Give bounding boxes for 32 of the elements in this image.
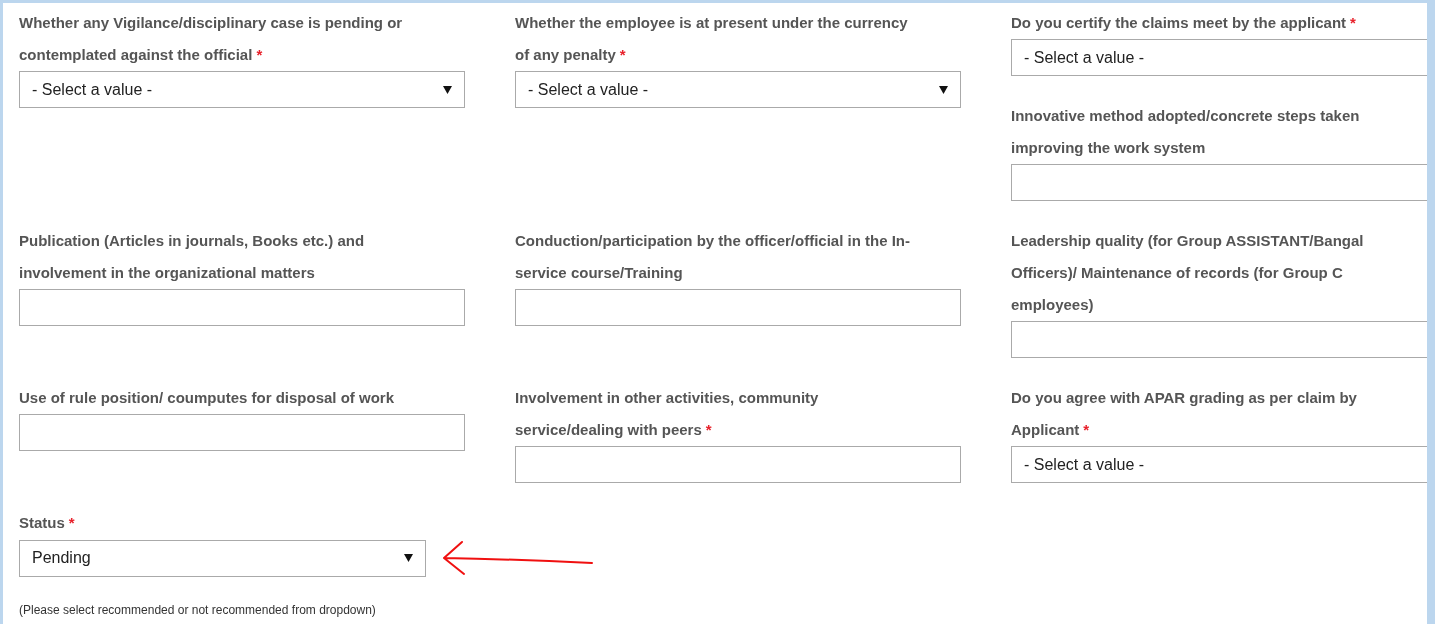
input-field[interactable] <box>515 289 961 326</box>
field-label: Conduction/participation by the officer/official in the In- service course/Training <box>515 231 910 283</box>
field-label: Leadership quality (for Group ASSISTANT/Bangal Officers)/ Maintenance of records (for Group C employees) <box>1011 231 1364 315</box>
required-mark: * <box>1083 421 1090 438</box>
field-label: Whether the employee is at present under the currency of any penalty * <box>515 13 908 65</box>
hint-text: (Please select recommended or not recommended from dropdown) <box>19 602 376 619</box>
field-label: Status * <box>19 513 75 533</box>
required-mark: * <box>68 514 75 531</box>
required-mark: * <box>1350 14 1356 31</box>
input-field[interactable] <box>19 414 465 451</box>
field-label: Do you certify the claims meet by the applicant * <box>1011 13 1356 33</box>
select-field[interactable]: - Select a value - <box>19 71 465 108</box>
required-mark: * <box>256 46 263 63</box>
caret-icon <box>404 554 413 562</box>
caret-icon <box>939 85 948 94</box>
field-label: Publication (Articles in journals, Books etc.) and involvement in the organizational matters <box>19 231 365 283</box>
select-field[interactable]: Pending <box>19 539 426 577</box>
field-label: Do you agree with APAR grading as per claim by Applicant * <box>1011 388 1357 440</box>
required-mark: * <box>705 421 712 438</box>
field-label: Innovative method adopted/concrete steps taken improving the work system <box>1011 106 1360 158</box>
input-field[interactable] <box>1011 164 1427 201</box>
input-field[interactable] <box>19 289 465 326</box>
input-field[interactable] <box>1011 321 1427 358</box>
field-label: Use of rule position/ coumputes for disposal of work <box>19 388 395 408</box>
select-field[interactable]: - Select a value - <box>515 71 961 108</box>
field-label: Whether any Vigilance/disciplinary case is pending or contemplated against the official * <box>19 13 403 65</box>
caret-icon <box>443 85 452 94</box>
input-field[interactable] <box>515 446 961 483</box>
required-mark: * <box>619 46 626 63</box>
select-field[interactable]: - Select a value - <box>1011 39 1427 76</box>
field-label: Involvement in other activities, community service/dealing with peers * <box>515 388 819 440</box>
select-field[interactable]: - Select a value - <box>1011 446 1427 483</box>
